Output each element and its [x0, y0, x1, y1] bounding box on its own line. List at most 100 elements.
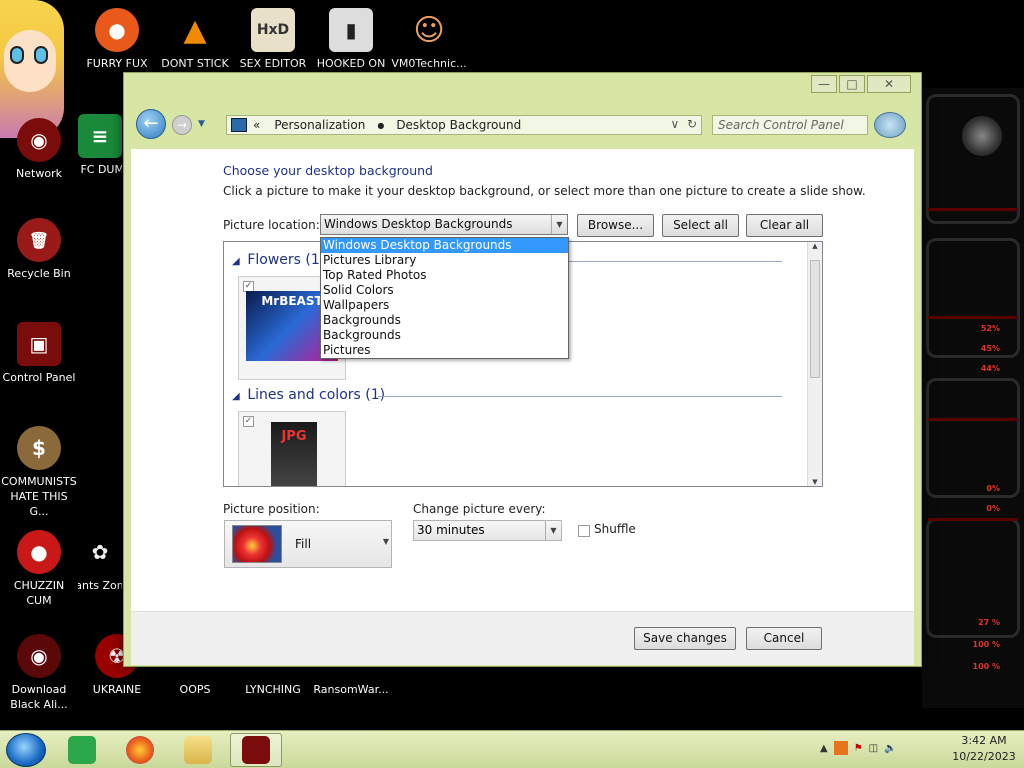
- collapse-arrow-icon: ◢: [232, 391, 243, 402]
- money-bag-icon: $: [17, 426, 61, 470]
- dialog-footer: Save changes Cancel: [131, 611, 914, 665]
- alienware-icon: ◉: [17, 634, 61, 678]
- clock[interactable]: 3:42 AM 10/22/2023: [946, 733, 1022, 765]
- desktop-icon-label: VM0Technic...: [391, 57, 467, 70]
- desktop-icon-oops[interactable]: OOPS: [156, 682, 234, 697]
- desktop-icon-hooked-on[interactable]: ▮ HOOKED ON: [312, 8, 390, 71]
- vlc-icon: ▲: [183, 12, 207, 48]
- search-input[interactable]: Search Control Panel: [712, 115, 868, 135]
- desktop-icon-chuzzin[interactable]: ● CHUZZIN CUM: [0, 530, 78, 608]
- shuffle-checkbox[interactable]: [578, 525, 590, 537]
- hud-percent: 52%: [980, 324, 1000, 333]
- volume-icon[interactable]: 🔈: [884, 743, 896, 754]
- thumbnail-checkbox[interactable]: ✓: [243, 416, 254, 427]
- picture-position-select[interactable]: Fill ▼: [224, 520, 392, 568]
- desktop-icon-dont-stick[interactable]: ▲ DONT STICK: [156, 8, 234, 71]
- picture-location-dropdown: Windows Desktop Backgrounds Pictures Lib…: [320, 237, 569, 359]
- scrollbar-thumb[interactable]: [810, 260, 820, 378]
- address-bar[interactable]: « Personalization ● Desktop Background ∨…: [226, 115, 702, 135]
- address-dropdown-refresh-icons[interactable]: ∨ ↻: [671, 117, 697, 131]
- dropdown-option[interactable]: Pictures: [321, 343, 568, 358]
- main-content: Choose your desktop background Click a p…: [131, 149, 914, 611]
- dropdown-option[interactable]: Backgrounds: [321, 313, 568, 328]
- action-center-icon[interactable]: ⚑: [854, 743, 863, 754]
- taskbar: ▲ ⚑ ◫ 🔈 3:42 AM 10/22/2023: [0, 730, 1024, 768]
- desktop-icon-furry-fux[interactable]: ● FURRY FUX: [78, 8, 156, 71]
- scroll-up-icon[interactable]: ▲: [808, 242, 822, 250]
- tray-app-icon[interactable]: [833, 741, 848, 755]
- desktop-icon-plants-zombies[interactable]: ✿ Plants Zomb: [78, 530, 122, 593]
- picture-position-label: Picture position:: [223, 502, 320, 516]
- minimize-button[interactable]: —: [811, 75, 837, 93]
- alienware-logo-icon: [962, 116, 1002, 156]
- clear-all-button[interactable]: Clear all: [746, 214, 823, 237]
- desktop-icon-vm0technic[interactable]: ☺ VM0Technic...: [390, 8, 468, 71]
- control-panel-icon: [242, 736, 270, 764]
- folder-icon: [184, 736, 212, 764]
- breadcrumb-desktop-background[interactable]: Desktop Background: [396, 118, 521, 132]
- maximize-button[interactable]: □: [839, 75, 865, 93]
- close-button[interactable]: ✕: [867, 75, 911, 93]
- thumbnail-jpg[interactable]: ✓ JPG: [238, 411, 346, 486]
- cancel-button[interactable]: Cancel: [746, 627, 822, 650]
- back-arrow-icon[interactable]: ←: [136, 109, 166, 139]
- picture-location-select[interactable]: Windows Desktop Backgrounds ▼: [320, 214, 568, 235]
- taskbar-control-panel[interactable]: [230, 733, 282, 767]
- desktop-icon-communists[interactable]: $ COMMUNISTS HATE THIS G...: [0, 426, 78, 519]
- taskbar-firefox[interactable]: [114, 733, 166, 767]
- browse-button[interactable]: Browse...: [577, 214, 654, 237]
- forward-arrow-icon[interactable]: →: [172, 115, 192, 135]
- breadcrumb-overflow[interactable]: «: [253, 118, 260, 132]
- dropdown-option[interactable]: Wallpapers: [321, 298, 568, 313]
- desktop-icon-lynching[interactable]: LYNCHING: [234, 682, 312, 697]
- desktop-icon-label: UKRAINE: [92, 683, 142, 696]
- taskbar-notes-app[interactable]: [56, 733, 108, 767]
- flower-icon: ✿: [91, 539, 109, 564]
- desktop-icon-label: Download Black Ali...: [10, 683, 68, 711]
- group-title: Flowers (1): [247, 252, 326, 268]
- network-icon[interactable]: ◫: [869, 743, 878, 754]
- system-tray: ▲ ⚑ ◫ 🔈: [820, 741, 897, 755]
- hex-editor-icon: HxD: [251, 8, 295, 52]
- desktop-icon-label: COMMUNISTS HATE THIS G...: [1, 475, 77, 518]
- position-preview-image: [232, 525, 282, 563]
- dropdown-option[interactable]: Backgrounds: [321, 328, 568, 343]
- desktop-icon-label: FURRY FUX: [86, 57, 148, 70]
- desktop-background-window: — □ ✕ ← → ▼ « Personalization ● Desktop …: [123, 72, 922, 667]
- select-all-button[interactable]: Select all: [662, 214, 739, 237]
- dropdown-option[interactable]: Solid Colors: [321, 283, 568, 298]
- desktop-icon-sex-editor[interactable]: HxD SEX EDITOR: [234, 8, 312, 71]
- chevron-down-icon: ▼: [545, 521, 561, 540]
- dropdown-option[interactable]: Windows Desktop Backgrounds: [321, 238, 568, 253]
- group-header-lines-and-colors[interactable]: ◢ Lines and colors (1): [232, 387, 792, 403]
- notes-icon: ≡: [78, 114, 122, 158]
- dropdown-option[interactable]: Top Rated Photos: [321, 268, 568, 283]
- taskbar-file-explorer[interactable]: [172, 733, 224, 767]
- person-icon: ☺: [413, 12, 445, 48]
- group-title: Lines and colors (1): [247, 387, 386, 403]
- start-button[interactable]: [6, 733, 46, 767]
- page-title: Choose your desktop background: [223, 163, 433, 178]
- desktop-icon-network[interactable]: ◉ Network: [0, 118, 78, 181]
- show-hidden-icons-chevron-icon[interactable]: ▲: [820, 743, 828, 754]
- desktop-icon-control-panel[interactable]: ▣ Control Panel: [0, 322, 78, 385]
- desktop-icon-label: Control Panel: [2, 371, 76, 384]
- desktop-icon-download-black-ali[interactable]: ◉ Download Black Ali...: [0, 634, 78, 712]
- help-icon[interactable]: [874, 112, 906, 138]
- picture-location-value: Windows Desktop Backgrounds: [324, 217, 513, 231]
- gallery-scrollbar[interactable]: ▲ ▼: [807, 242, 822, 486]
- breadcrumb-personalization[interactable]: Personalization: [274, 118, 365, 132]
- clock-date: 10/22/2023: [952, 750, 1016, 763]
- desktop-icon-label: Recycle Bin: [7, 267, 71, 280]
- desktop-icon-ransomware[interactable]: RansomWar...: [312, 682, 390, 697]
- desktop-icon-recycle-bin[interactable]: 🗑 Recycle Bin: [0, 218, 78, 281]
- scroll-down-icon[interactable]: ▼: [808, 478, 822, 486]
- shuffle-label[interactable]: Shuffle: [594, 522, 636, 536]
- desktop-icon-label: HOOKED ON: [316, 57, 386, 70]
- save-changes-button[interactable]: Save changes: [634, 627, 736, 650]
- dropdown-option[interactable]: Pictures Library: [321, 253, 568, 268]
- recent-pages-chevron-icon[interactable]: ▼: [198, 119, 205, 129]
- network-icon: ◉: [17, 118, 61, 162]
- desktop-icon-dfc[interactable]: ≡ D FC DUMB: [78, 114, 122, 177]
- change-picture-select[interactable]: 30 minutes ▼: [413, 520, 562, 541]
